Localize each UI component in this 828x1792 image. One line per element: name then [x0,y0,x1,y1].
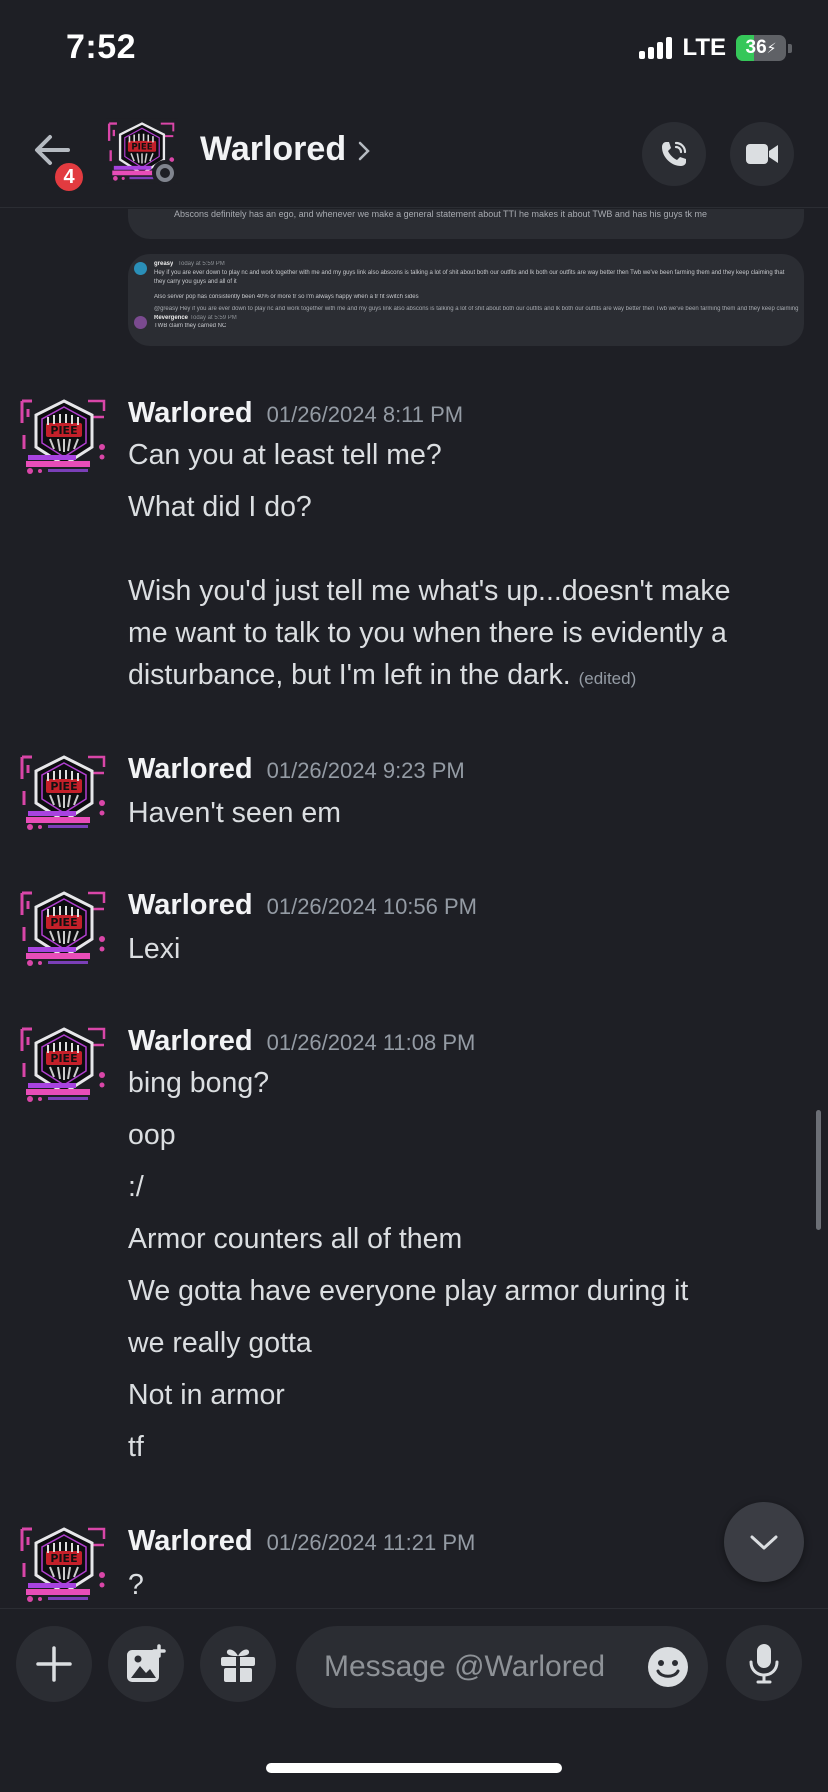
message-text: Lexi [128,933,181,965]
message-text: Not in armor [128,1379,285,1411]
chevron-down-icon [750,1535,778,1550]
embed-top-text: Abscons definitely has an ego, and whene… [174,209,707,219]
gallery-button[interactable] [108,1626,184,1702]
microphone-icon [749,1644,779,1684]
avatar[interactable] [18,395,110,477]
edited-label: (edited) [578,669,637,688]
avatar[interactable] [18,1523,110,1605]
phone-call-icon [662,141,687,166]
user-avatar-icon [134,316,147,329]
status-bar: 7:52 LTE 36⚡ [0,0,828,100]
voice-message-button[interactable] [726,1625,802,1701]
avatar[interactable] [18,1023,110,1105]
message-header: Warlored 01/26/2024 8:11 PM [128,397,463,437]
cellular-signal-icon [639,37,673,59]
message-text: Wish you'd just tell me what's up...does… [128,575,731,607]
message-text-last: disturbance, but I'm left in the dark. (… [128,659,636,692]
message-text: disturbance, but I'm left in the dark. [128,659,571,691]
chat-header: 4 Warlored [0,100,828,208]
voice-call-button[interactable] [642,122,706,186]
message-text: me want to talk to you when there is evi… [128,617,727,649]
battery-icon: 36⚡ [736,35,786,61]
embed-reply-ref: @greasy Hey if you are ever down to play… [154,306,800,312]
message-text: What did I do? [128,491,312,523]
message-list[interactable]: Abscons definitely has an ego, and whene… [0,209,828,1607]
message-header: Warlored 01/26/2024 11:08 PM [128,1025,475,1065]
status-indicators: LTE 36⚡ [639,34,792,62]
chevron-right-icon[interactable] [357,140,371,162]
author-name[interactable]: Warlored [128,1025,253,1058]
message-text: Haven't seen em [128,797,341,829]
screenshot-attachment[interactable]: greasy Today at 5:59 PM Hey if you are e… [128,254,804,346]
offline-status-icon [152,160,178,186]
message-text: bing bong? [128,1067,270,1099]
image-icon [127,1644,166,1682]
attach-button[interactable] [16,1626,92,1702]
user-avatar-icon [134,262,147,275]
home-indicator[interactable] [266,1763,562,1773]
status-time: 7:52 [66,28,137,66]
gift-button[interactable] [200,1626,276,1702]
timestamp: 01/26/2024 9:23 PM [266,758,465,783]
unread-badge: 4 [52,160,86,194]
timestamp: 01/26/2024 10:56 PM [266,894,477,919]
embed-body-2: Also server pop has consistently been 40… [154,294,419,300]
timestamp: 01/26/2024 11:08 PM [266,1030,476,1055]
avatar[interactable] [18,887,110,969]
embed-time-2: Today at 5:59 PM [190,315,237,321]
battery-level: 36⚡ [745,37,777,58]
video-call-button[interactable] [730,122,794,186]
timestamp: 01/26/2024 11:21 PM [266,1530,476,1555]
plus-icon [36,1646,72,1682]
message-header: Warlored 01/26/2024 11:21 PM [128,1525,475,1565]
message-text: :/ [128,1171,144,1203]
author-name[interactable]: Warlored [128,397,253,430]
author-name[interactable]: Warlored [128,753,253,786]
message-text: ? [128,1569,144,1601]
message-text: We gotta have everyone play armor during… [128,1275,689,1307]
embed-time: Today at 5:59 PM [178,261,225,267]
author-name[interactable]: Warlored [128,889,253,922]
battery-cap [788,43,792,53]
scrollbar[interactable] [816,1110,821,1230]
message-text: we really gotta [128,1327,312,1359]
gift-icon [221,1649,255,1682]
embed-author-2: Revergence [154,315,189,321]
embed-body-3: TWB claim they carried NC [154,323,227,329]
avatar[interactable] [18,751,110,833]
emoji-icon[interactable] [646,1645,690,1689]
message-header: Warlored 01/26/2024 10:56 PM [128,889,477,929]
network-type: LTE [682,34,726,61]
jump-to-latest-button[interactable] [724,1502,804,1582]
message-input-container[interactable] [296,1626,708,1708]
author-name[interactable]: Warlored [128,1525,253,1558]
channel-title[interactable]: Warlored [200,130,346,169]
message-text: tf [128,1431,144,1463]
video-camera-icon [746,144,778,164]
timestamp: 01/26/2024 8:11 PM [266,402,464,427]
message-input[interactable] [324,1626,624,1708]
message-text: oop [128,1119,176,1151]
embed-preview-top: Abscons definitely has an ego, and whene… [128,209,804,239]
message-text: Armor counters all of them [128,1223,463,1255]
embed-body: Hey if you are ever down to play nc and … [154,270,785,285]
message-header: Warlored 01/26/2024 9:23 PM [128,753,465,793]
embed-author: greasy [154,261,174,267]
message-text: Can you at least tell me? [128,439,442,471]
